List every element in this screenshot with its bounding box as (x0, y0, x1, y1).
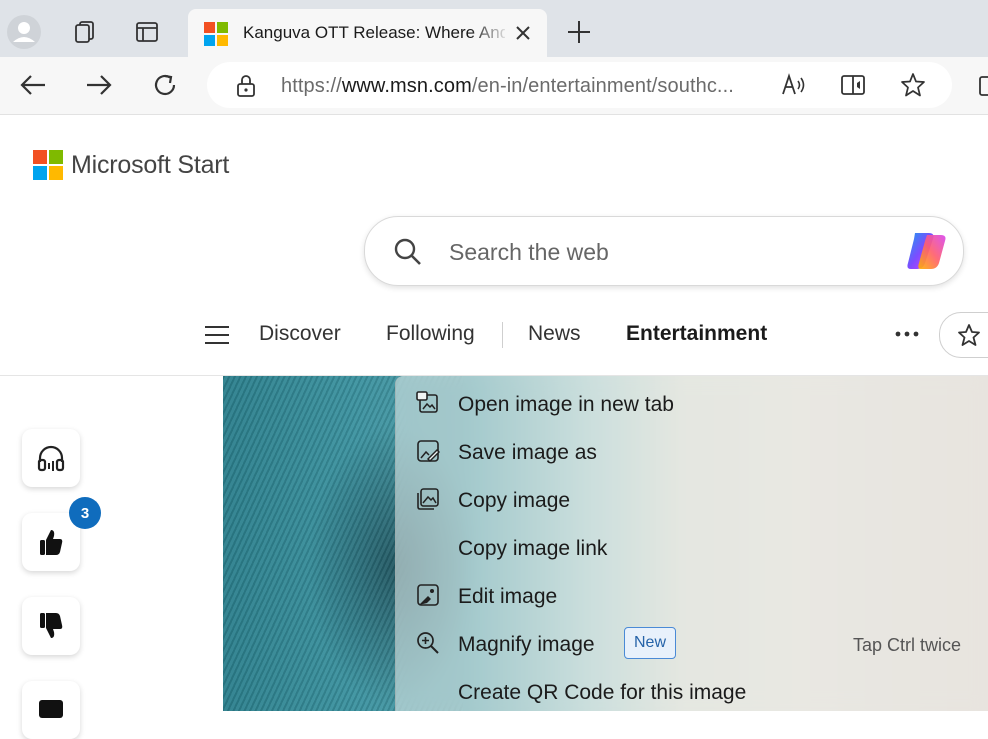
profile-button[interactable] (4, 12, 44, 52)
web-search-box[interactable] (364, 216, 964, 286)
close-tab-button[interactable] (511, 21, 535, 45)
back-button[interactable] (11, 65, 55, 105)
sparkle-star-icon (958, 324, 980, 346)
menu-item-label: Open image in new tab (458, 393, 674, 416)
personalize-button[interactable] (939, 312, 988, 358)
plus-icon (568, 21, 590, 43)
split-screen-icon[interactable] (978, 75, 988, 97)
nav-discover[interactable]: Discover (259, 322, 341, 346)
tab-title-fade (470, 15, 510, 49)
copy-image-icon (417, 488, 439, 510)
menu-item-create-qr-code[interactable]: Create QR Code for this image (396, 667, 988, 715)
forward-arrow-icon (87, 75, 112, 95)
refresh-button[interactable] (143, 65, 187, 105)
like-count-badge: 3 (69, 497, 101, 529)
microsoft-logo-icon (33, 150, 63, 180)
brand-logo[interactable]: Microsoft Start (33, 150, 229, 180)
menu-item-magnify-image[interactable]: Magnify image New Tap Ctrl twice (396, 619, 988, 667)
tab-strip: Kanguva OTT Release: Where And When To W… (0, 0, 988, 57)
back-arrow-icon (20, 75, 45, 95)
comment-icon (39, 700, 63, 718)
vertical-tabs-icon (136, 22, 158, 42)
menu-item-label: Magnify image (458, 633, 595, 656)
active-tab[interactable]: Kanguva OTT Release: Where And When To W… (188, 9, 547, 57)
forward-button[interactable] (77, 65, 121, 105)
headphones-icon (37, 445, 65, 472)
image-context-menu: Open image in new tab Save image as Copy… (395, 376, 988, 711)
nav-news[interactable]: News (528, 322, 581, 346)
workspaces-button[interactable] (64, 12, 104, 52)
copilot-icon[interactable] (905, 229, 951, 273)
listen-button[interactable] (22, 429, 80, 487)
search-input[interactable] (447, 235, 871, 269)
menu-item-edit-image[interactable]: Edit image (396, 571, 988, 619)
brand-name: Microsoft Start (71, 150, 230, 179)
hamburger-menu-icon[interactable] (205, 325, 229, 345)
nav-entertainment[interactable]: Entertainment (626, 322, 767, 346)
address-bar[interactable]: https://www.msn.com/en-in/entertainment/… (207, 62, 952, 108)
msn-favicon-icon (204, 22, 228, 46)
nav-divider (502, 322, 503, 348)
menu-item-label: Save image as (458, 441, 597, 464)
shortcut-hint: Tap Ctrl twice (852, 635, 961, 655)
tab-title: Kanguva OTT Release: Where And When To W… (243, 23, 505, 42)
open-new-tab-icon (416, 391, 438, 413)
menu-item-label: Edit image (458, 585, 558, 608)
thumbs-up-icon (40, 530, 63, 555)
menu-item-save-image-as[interactable]: Save image as (396, 427, 988, 475)
workspaces-icon (75, 21, 94, 43)
lock-icon[interactable] (235, 74, 257, 98)
favorite-star-icon[interactable] (900, 72, 926, 98)
menu-item-copy-image-link[interactable]: Copy image link (396, 523, 988, 571)
dislike-button[interactable] (22, 597, 80, 655)
magnify-icon (417, 632, 439, 654)
menu-item-label: Create QR Code for this image (458, 681, 747, 704)
tab-actions-button[interactable] (127, 12, 167, 52)
browser-toolbar: https://www.msn.com/en-in/entertainment/… (0, 57, 988, 115)
close-icon (516, 26, 530, 40)
edit-image-icon (417, 584, 439, 606)
thumbs-down-icon (40, 613, 63, 638)
menu-item-label: Copy image (458, 489, 571, 512)
refresh-icon (154, 74, 176, 96)
more-options-icon[interactable] (895, 331, 919, 337)
new-badge: New (624, 627, 676, 659)
read-aloud-icon[interactable] (781, 73, 807, 97)
new-tab-button[interactable] (559, 12, 599, 52)
save-image-icon (417, 440, 440, 463)
menu-item-open-image-new-tab[interactable]: Open image in new tab (396, 379, 988, 427)
comments-button[interactable] (22, 681, 80, 739)
search-icon (394, 238, 421, 265)
nav-following[interactable]: Following (386, 322, 475, 346)
profile-icon (7, 15, 41, 49)
immersive-reader-icon[interactable] (840, 73, 868, 97)
menu-item-copy-image[interactable]: Copy image (396, 475, 988, 523)
menu-item-label: Copy image link (458, 537, 608, 560)
url-text[interactable]: https://www.msn.com/en-in/entertainment/… (281, 75, 734, 98)
